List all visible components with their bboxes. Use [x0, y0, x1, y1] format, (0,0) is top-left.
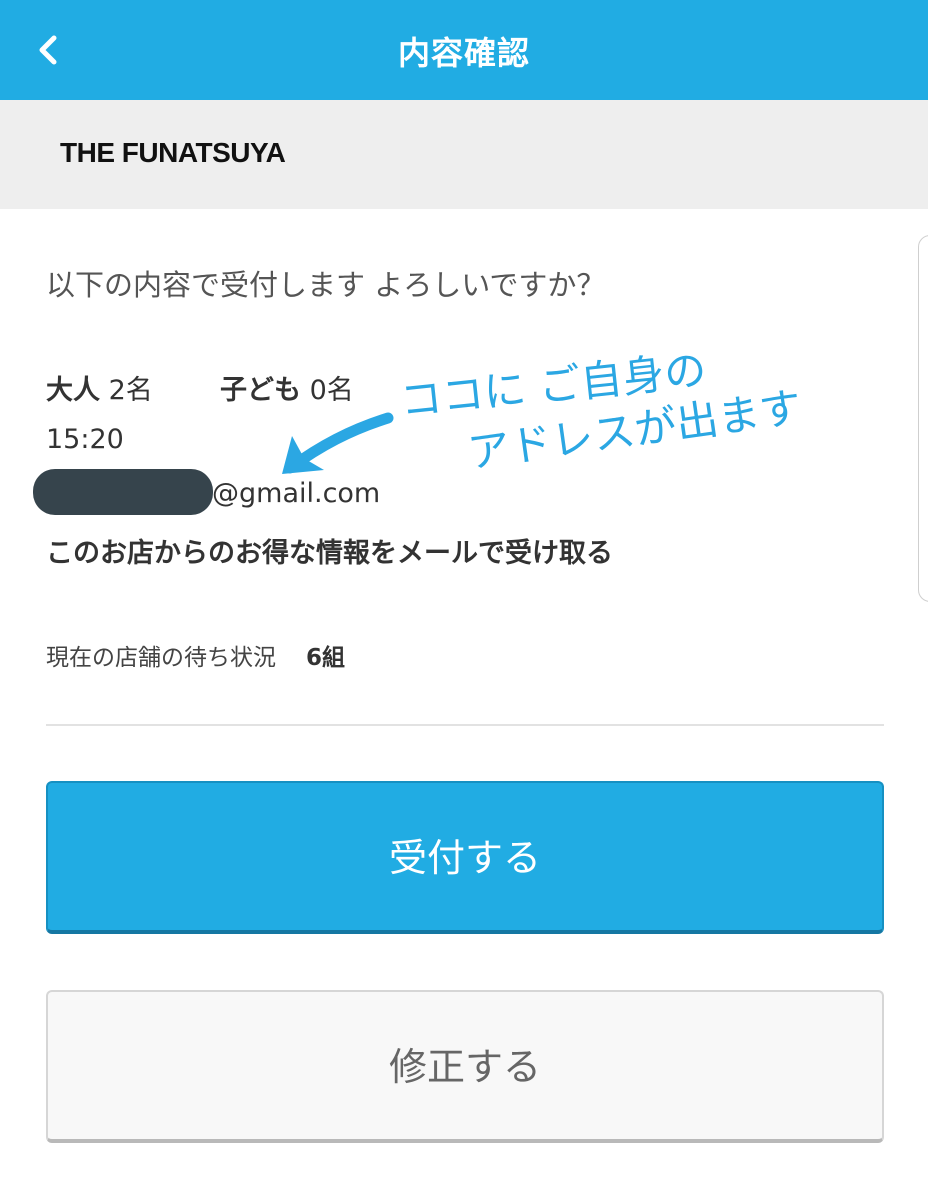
side-panel-edge — [918, 235, 928, 602]
email-redaction — [33, 469, 213, 515]
adults-count: 2名 — [108, 375, 153, 406]
top-app-bar: 内容確認 — [0, 0, 928, 100]
divider — [46, 724, 884, 726]
annotation-arrow-icon — [282, 412, 394, 474]
submit-button[interactable]: 受付する — [46, 781, 884, 934]
wait-label: 現在の店舗の待ち状況 — [46, 645, 276, 671]
promo-email-option: このお店からのお得な情報をメールで受け取る — [46, 538, 613, 569]
reservation-time: 15:20 — [46, 424, 124, 455]
shop-name: THE FUNATSUYA — [60, 137, 286, 168]
confirm-question: 以下の内容で受付します よろしいですか？ — [46, 268, 606, 302]
edit-button[interactable]: 修正する — [46, 990, 884, 1143]
wait-count: 6組 — [306, 645, 346, 671]
adults-label: 大人 — [46, 375, 100, 406]
shop-bar: THE FUNATSUYA — [0, 100, 928, 209]
page-title: 内容確認 — [397, 34, 530, 72]
wait-status: 現在の店舗の待ち状況 6組 — [46, 638, 345, 672]
